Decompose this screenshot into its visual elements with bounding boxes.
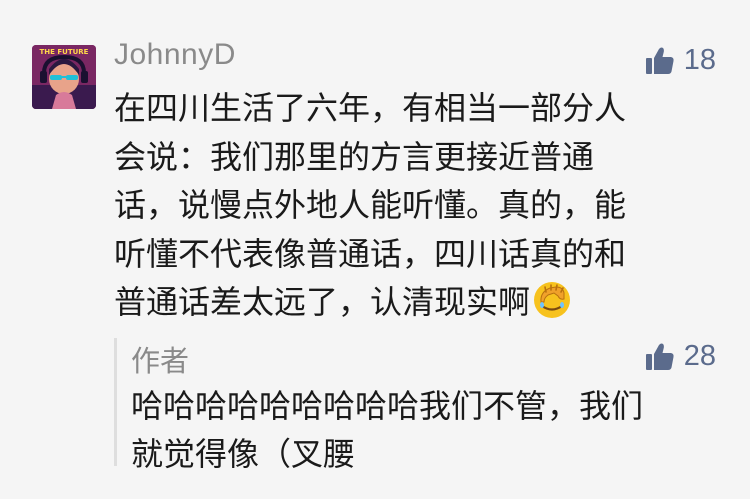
- author-reply: 作者 哈哈哈哈哈哈哈哈哈我们不管，我们 就觉得像（叉腰: [114, 338, 717, 473]
- thumb-up-icon: [645, 46, 674, 74]
- like-button[interactable]: 18: [644, 44, 716, 77]
- reply-line: 就觉得像（叉腰: [131, 435, 356, 473]
- username[interactable]: JohnnyD: [114, 38, 236, 72]
- reply-line: 哈哈哈哈哈哈哈哈哈我们不管，我们: [131, 387, 644, 425]
- avatar-image: THE FUTURE: [32, 45, 96, 109]
- reply-like-button[interactable]: 28: [644, 340, 716, 373]
- reply-text: 哈哈哈哈哈哈哈哈哈我们不管，我们 就觉得像（叉腰: [131, 382, 711, 478]
- facepalm-emoji-icon: [534, 282, 571, 318]
- thumb-up-icon: [645, 342, 674, 370]
- comment-line: 会说：我们那里的方言更接近普通: [114, 137, 595, 176]
- comment-line: 话，说慢点外地人能听懂。真的，能: [114, 186, 627, 224]
- like-count: 18: [683, 44, 716, 76]
- comment-line: 听懂不代表像普通话，四川话真的和: [114, 234, 627, 273]
- reply-like-count: 28: [683, 340, 716, 372]
- comment-card: THE FUTURE JohnnyD 18 在四川生活了六年，有相当一部分人 会…: [0, 0, 750, 499]
- comment-line-text: 普通话差太远了，认清现实啊: [114, 283, 531, 321]
- avatar-text: THE FUTURE: [40, 48, 89, 56]
- comment-line-last: 普通话差太远了，认清现实啊: [114, 278, 694, 327]
- avatar[interactable]: THE FUTURE: [32, 45, 96, 109]
- reply-author: 作者: [131, 344, 190, 378]
- comment-line: 在四川生活了六年，有相当一部分人: [114, 89, 627, 127]
- comment-text: 在四川生活了六年，有相当一部分人 会说：我们那里的方言更接近普通 话，说慢点外地…: [114, 84, 694, 327]
